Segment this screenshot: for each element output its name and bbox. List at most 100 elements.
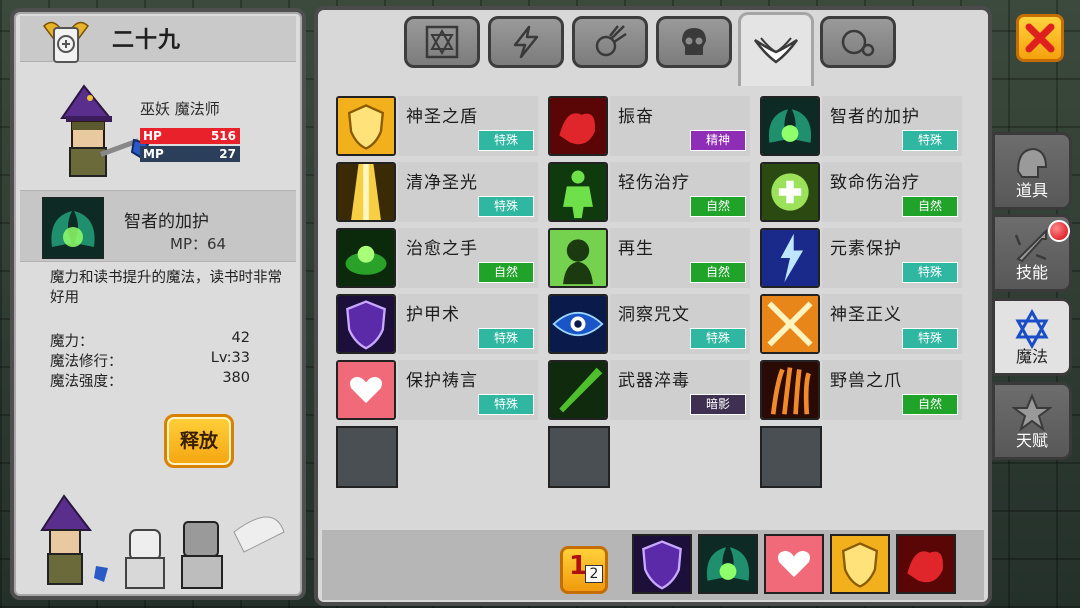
party-members	[40, 494, 285, 589]
skill-name: 神圣正义	[830, 305, 902, 325]
mp-bar: MP 27	[140, 146, 240, 162]
skill-cell[interactable]: 清净圣光 特殊	[332, 160, 542, 222]
hp-value: 516	[210, 129, 236, 143]
release-button[interactable]: 释放	[164, 414, 234, 468]
critical-heal-icon	[760, 162, 820, 222]
armor-spell-icon	[336, 294, 396, 354]
inspire-icon	[548, 96, 608, 156]
skill-cell[interactable]: 保护祷言 特殊	[332, 358, 542, 420]
notification-dot-icon	[1048, 220, 1070, 242]
skill-tag: 特殊	[902, 130, 958, 151]
skill-cell[interactable]: 再生 自然	[544, 226, 754, 288]
skill-cell[interactable]: 野兽之爪 自然	[756, 358, 966, 420]
selected-skill-name: 智者的加护	[124, 212, 209, 232]
skill-stats: 魔力： 42 魔法修行： Lv:33 魔法强度： 380	[50, 330, 250, 390]
skill-tag: 特殊	[690, 328, 746, 349]
party-fairy[interactable]	[181, 516, 285, 589]
skill-cell[interactable]: 护甲术 特殊	[332, 292, 542, 354]
skill-cell[interactable]: 洞察咒文 特殊	[544, 292, 754, 354]
skill-tag: 特殊	[478, 328, 534, 349]
insight-eye-icon	[548, 294, 608, 354]
close-icon	[1025, 23, 1055, 53]
skill-tag: 自然	[690, 262, 746, 283]
skill-name: 洞察咒文	[618, 305, 690, 325]
skill-cell[interactable]: 治愈之手 自然	[332, 226, 542, 288]
skill-tag: 特殊	[902, 328, 958, 349]
tab-death[interactable]	[656, 16, 732, 68]
mp-label: MP	[143, 147, 164, 161]
elemental-protection-icon	[760, 228, 820, 288]
quick-bar-page-toggle[interactable]: 1 2	[560, 546, 608, 594]
quick-slot-armor-icon[interactable]	[632, 534, 692, 594]
regeneration-icon	[548, 228, 608, 288]
skill-cell[interactable]: 轻伤治疗 自然	[544, 160, 754, 222]
skill-cell[interactable]: 智者的加护 特殊	[756, 94, 966, 156]
holy-justice-icon	[760, 294, 820, 354]
side-tab-label: 技能	[1015, 263, 1048, 282]
hp-bar: HP 516	[140, 128, 240, 144]
quick-slot-prayer-icon[interactable]	[764, 534, 824, 594]
skill-tag: 特殊	[478, 394, 534, 415]
skull-icon	[682, 28, 706, 55]
page-number-2: 2	[585, 565, 603, 583]
side-tab-label: 天赋	[1015, 431, 1048, 450]
tab-fire[interactable]	[572, 16, 648, 68]
side-tab-label: 魔法	[1015, 347, 1048, 366]
beast-claw-icon	[760, 360, 820, 420]
tab-lightning[interactable]	[488, 16, 564, 68]
quick-slot-shield-icon[interactable]	[830, 534, 890, 594]
side-tab-magic[interactable]: 魔法	[992, 298, 1072, 376]
tab-holy[interactable]	[404, 16, 480, 68]
skill-name: 再生	[618, 239, 654, 259]
empty-skill-slot[interactable]	[336, 426, 398, 488]
skill-cell[interactable]: 致命伤治疗 自然	[756, 160, 966, 222]
stat-row-training: 魔法修行： Lv:33	[50, 350, 250, 370]
stat-key: 魔法修行：	[50, 354, 123, 370]
hero-portrait	[60, 84, 150, 177]
protection-prayer-icon	[336, 360, 396, 420]
skill-tag: 自然	[902, 394, 958, 415]
skill-name: 元素保护	[830, 239, 902, 259]
lightning-icon	[513, 25, 539, 59]
skill-tag: 暗影	[690, 394, 746, 415]
stat-row-magic: 魔力： 42	[50, 330, 250, 350]
hp-label: HP	[143, 129, 162, 143]
skill-cell[interactable]: 武器淬毒 暗影	[544, 358, 754, 420]
comet-icon	[595, 25, 627, 57]
bubbles-icon	[841, 29, 875, 57]
stat-row-power: 魔法强度： 380	[50, 370, 250, 390]
skill-name: 振奋	[618, 107, 654, 127]
skill-description: 魔力和读书提升的魔法，读书时非常好用	[50, 270, 282, 306]
empty-skill-slot[interactable]	[760, 426, 822, 488]
tab-water[interactable]	[820, 16, 896, 68]
side-tab-talents[interactable]: 天赋	[992, 382, 1072, 460]
quick-slot-inspire-icon[interactable]	[896, 534, 956, 594]
selected-skill-box: 智者的加护 MP：64	[20, 190, 296, 262]
skill-tag: 精神	[690, 130, 746, 151]
poison-weapon-icon	[548, 360, 608, 420]
quick-slot-sage-icon[interactable]	[698, 534, 758, 594]
hero-info-panel: 二十九 巫妖 魔法师 HP 516 MP 27 智者的加护 MP：64 魔力和读…	[10, 8, 306, 600]
winged-rank-badge-icon	[43, 21, 89, 63]
tab-divine[interactable]	[738, 12, 814, 86]
skill-cell[interactable]: 神圣正义 特殊	[756, 292, 966, 354]
party-ghost-girl[interactable]	[125, 529, 165, 589]
stat-key: 魔法强度：	[50, 374, 123, 390]
skill-tag: 特殊	[902, 262, 958, 283]
skill-name: 野兽之爪	[830, 371, 902, 391]
selected-skill-mp: MP：64	[170, 235, 227, 253]
skill-name: 轻伤治疗	[618, 173, 690, 193]
party-wizard[interactable]	[40, 494, 108, 585]
stat-value: 380	[222, 370, 250, 386]
side-tab-items[interactable]: 道具	[992, 132, 1072, 210]
skill-cell[interactable]: 振奋 精神	[544, 94, 754, 156]
skill-name: 神圣之盾	[406, 107, 478, 127]
empty-skill-slot[interactable]	[548, 426, 610, 488]
magic-skill-panel: 神圣之盾 特殊 振奋 精神 智者的加护 特殊 清净圣光 特殊 轻伤治疗 自然 致…	[314, 6, 992, 606]
mp-value: 27	[219, 147, 236, 161]
skill-cell[interactable]: 神圣之盾 特殊	[332, 94, 542, 156]
hexagram-icon	[425, 25, 459, 59]
skill-cell[interactable]: 元素保护 特殊	[756, 226, 966, 288]
stat-value: Lv:33	[210, 350, 250, 366]
close-button[interactable]	[1016, 14, 1064, 62]
